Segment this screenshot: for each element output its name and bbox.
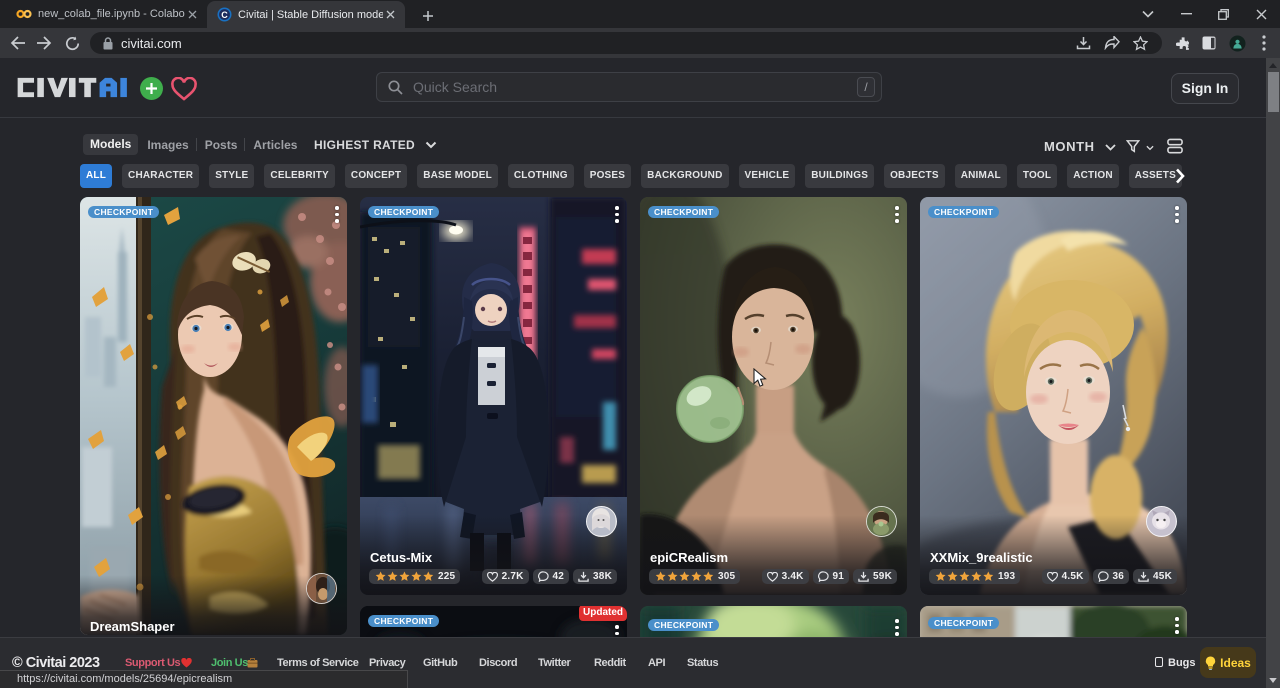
svg-text:C: C	[221, 10, 228, 20]
